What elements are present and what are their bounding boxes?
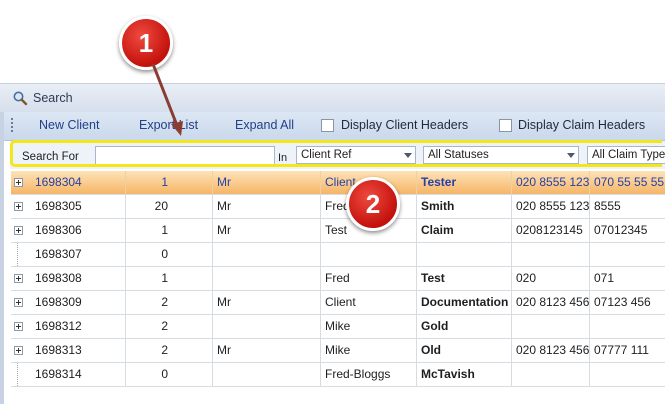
cell-first[interactable]: Fred xyxy=(321,267,417,290)
cell-last[interactable] xyxy=(417,243,512,266)
cell-phone1[interactable]: 020 8555 1234 xyxy=(512,195,590,218)
cell-phone1[interactable]: 020 8555 1234 xyxy=(512,171,590,194)
table-row[interactable]: 1698312 2 Mike Gold xyxy=(11,315,665,339)
cell-first[interactable]: Fred-Bloggs xyxy=(321,363,417,386)
cell-last[interactable]: Old xyxy=(417,339,512,362)
cell-phone1[interactable] xyxy=(512,363,590,386)
cell-last[interactable]: Claim xyxy=(417,219,512,242)
cell-phone2[interactable]: 071 xyxy=(590,267,665,290)
display-client-headers-checkbox[interactable] xyxy=(321,119,334,132)
cell-ref[interactable]: 1698309 xyxy=(31,291,126,314)
cell-count[interactable]: 20 xyxy=(126,195,213,218)
cell-title[interactable] xyxy=(213,243,321,266)
cell-phone2[interactable] xyxy=(590,243,665,266)
cell-phone2[interactable] xyxy=(590,363,665,386)
cell-last[interactable]: McTavish xyxy=(417,363,512,386)
display-client-headers-label[interactable]: Display Client Headers xyxy=(341,118,468,132)
cell-ref[interactable]: 1698304 xyxy=(31,171,126,194)
table-row[interactable]: 1698307 0 xyxy=(11,243,665,267)
cell-phone2[interactable]: 07777 111 xyxy=(590,339,665,362)
cell-count[interactable]: 0 xyxy=(126,243,213,266)
cell-count[interactable]: 2 xyxy=(126,339,213,362)
display-claim-headers-label[interactable]: Display Claim Headers xyxy=(518,118,645,132)
table-row[interactable]: 1698314 0 Fred-Bloggs McTavish xyxy=(11,363,665,387)
cell-last[interactable]: Smith xyxy=(417,195,512,218)
table-row[interactable]: 1698305 20 Mr Fred Smith 020 8555 1234 8555 xyxy=(11,195,665,219)
cell-title[interactable]: Mr xyxy=(213,171,321,194)
cell-phone1[interactable] xyxy=(512,315,590,338)
cell-ref[interactable]: 1698313 xyxy=(31,339,126,362)
cell-phone2[interactable]: 070 55 55 55 xyxy=(590,171,665,194)
cell-title[interactable]: Mr xyxy=(213,195,321,218)
cell-first[interactable]: Mike xyxy=(321,339,417,362)
toolbar-grip-icon[interactable] xyxy=(11,118,13,134)
cell-title[interactable] xyxy=(213,315,321,338)
cell-first[interactable]: Mike xyxy=(321,315,417,338)
cell-last[interactable]: Tester xyxy=(417,171,512,194)
expand-row-icon[interactable] xyxy=(14,322,23,331)
cell-phone1[interactable]: 020 8123 4567 xyxy=(512,339,590,362)
cell-ref[interactable]: 1698306 xyxy=(31,219,126,242)
cell-count[interactable]: 2 xyxy=(126,291,213,314)
cell-last[interactable]: Documentation xyxy=(417,291,512,314)
toolbar: New Client Export List Expand All Displa… xyxy=(0,112,665,141)
highlight-box xyxy=(10,140,662,167)
cell-first[interactable] xyxy=(321,243,417,266)
cell-ref[interactable]: 1698307 xyxy=(31,243,126,266)
expand-row-icon[interactable] xyxy=(14,274,23,283)
export-list-button[interactable]: Export List xyxy=(139,118,198,132)
cell-title[interactable]: Mr xyxy=(213,219,321,242)
cell-title[interactable]: Mr xyxy=(213,339,321,362)
expand-row-icon[interactable] xyxy=(14,298,23,307)
cell-title[interactable]: Mr xyxy=(213,291,321,314)
table-row[interactable]: 1698309 2 Mr Client Documentation 020 8123 45… xyxy=(11,291,665,315)
window-titlebar: Search xyxy=(0,83,665,112)
table-row[interactable]: 1698306 1 Mr Test Claim 0208123145 07012345 xyxy=(11,219,665,243)
cell-last[interactable]: Gold xyxy=(417,315,512,338)
panel-edge xyxy=(0,112,4,404)
search-icon xyxy=(13,91,28,106)
cell-phone1[interactable]: 020 8123 4567 xyxy=(512,291,590,314)
cell-phone1[interactable]: 0208123145 xyxy=(512,219,590,242)
cell-phone2[interactable]: 07012345 xyxy=(590,219,665,242)
tree-line-icon xyxy=(17,243,18,266)
new-client-button[interactable]: New Client xyxy=(39,118,99,132)
cell-count[interactable]: 1 xyxy=(126,267,213,290)
cell-phone1[interactable]: 020 xyxy=(512,267,590,290)
cell-count[interactable]: 2 xyxy=(126,315,213,338)
cell-ref[interactable]: 1698314 xyxy=(31,363,126,386)
expand-all-button[interactable]: Expand All xyxy=(235,118,294,132)
cell-first[interactable]: Client xyxy=(321,291,417,314)
cell-ref[interactable]: 1698305 xyxy=(31,195,126,218)
cell-title[interactable] xyxy=(213,267,321,290)
cell-count[interactable]: 0 xyxy=(126,363,213,386)
cell-ref[interactable]: 1698308 xyxy=(31,267,126,290)
expand-row-icon[interactable] xyxy=(14,226,23,235)
expand-row-icon[interactable] xyxy=(14,178,23,187)
cell-count[interactable]: 1 xyxy=(126,171,213,194)
cell-last[interactable]: Test xyxy=(417,267,512,290)
cell-phone2[interactable] xyxy=(590,315,665,338)
callout-badge-2: 2 xyxy=(346,177,400,231)
expand-row-icon[interactable] xyxy=(14,346,23,355)
cell-ref[interactable]: 1698312 xyxy=(31,315,126,338)
cell-phone1[interactable] xyxy=(512,243,590,266)
display-claim-headers-checkbox[interactable] xyxy=(499,119,512,132)
table-row[interactable]: 1698313 2 Mr Mike Old 020 8123 4567 07777 111 xyxy=(11,339,665,363)
window-title: Search xyxy=(33,91,73,105)
tree-line-icon xyxy=(17,363,18,386)
cell-count[interactable]: 1 xyxy=(126,219,213,242)
table-row[interactable]: 1698304 1 Mr Client Tester 020 8555 1234 070 5… xyxy=(11,171,665,195)
cell-title[interactable] xyxy=(213,363,321,386)
callout-badge-1: 1 xyxy=(119,16,173,70)
expand-row-icon[interactable] xyxy=(14,202,23,211)
cell-phone2[interactable]: 8555 xyxy=(590,195,665,218)
cell-phone2[interactable]: 07123 456 xyxy=(590,291,665,314)
table-row[interactable]: 1698308 1 Fred Test 020 071 xyxy=(11,267,665,291)
